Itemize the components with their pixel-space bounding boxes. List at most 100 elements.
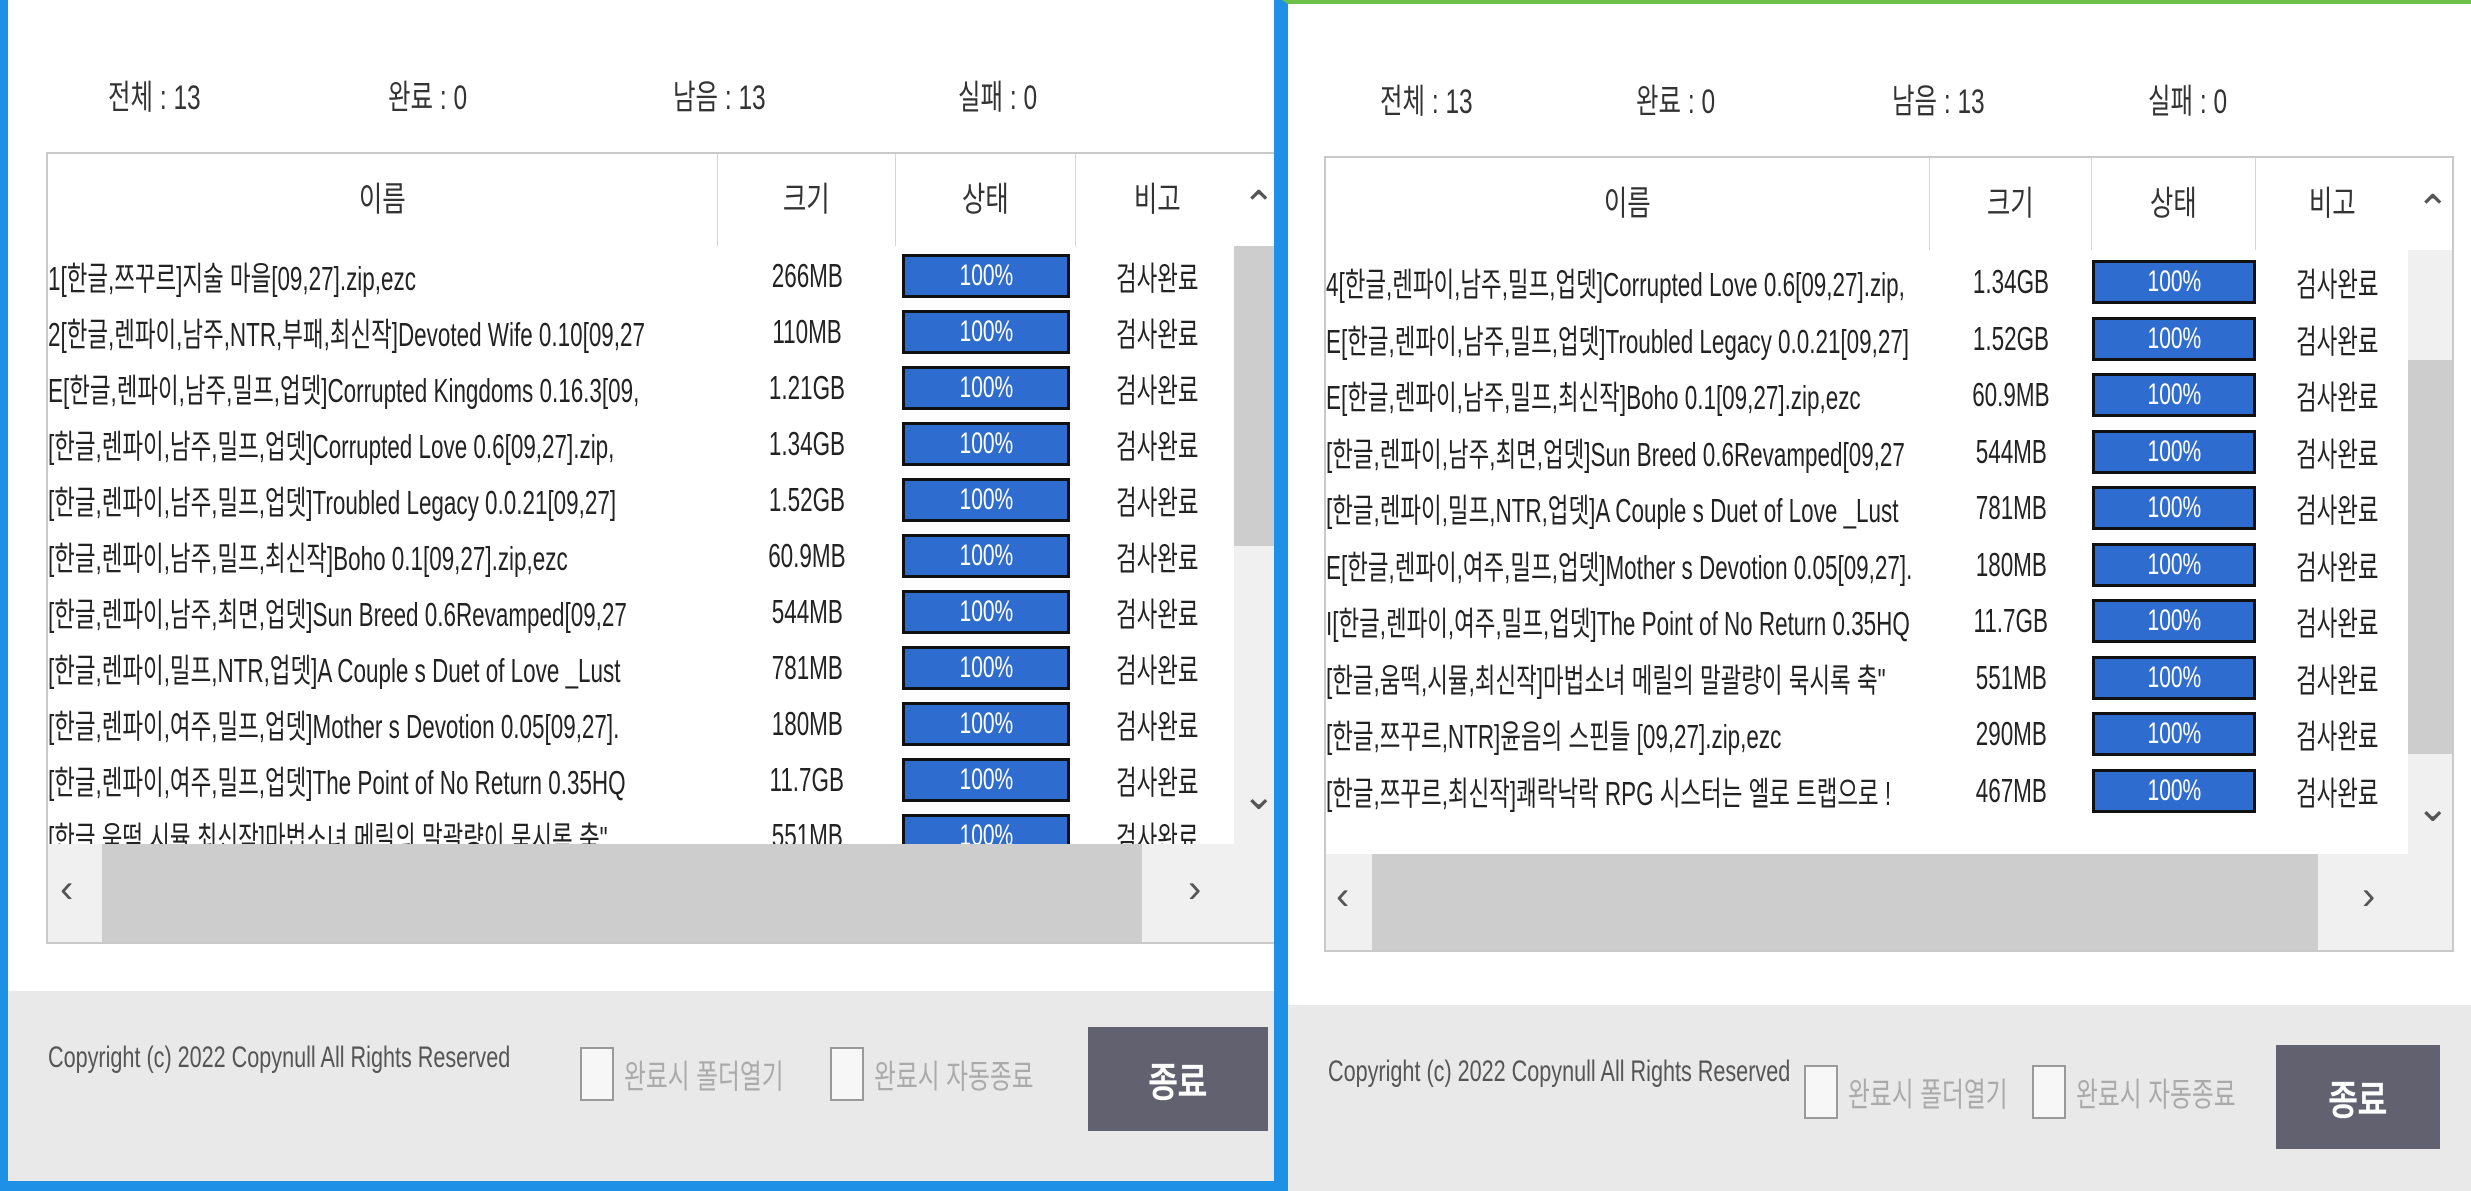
exit-button[interactable]: 종료 bbox=[2276, 1045, 2440, 1149]
scroll-left-arrow-icon[interactable]: ‹ bbox=[60, 869, 73, 909]
table-row[interactable]: I[한글,렌파이,여주,밀프,업뎃]The Point of No Return… bbox=[1326, 593, 2408, 649]
column-header-note[interactable]: 비고 bbox=[1076, 154, 1238, 246]
progress-percent: 100% bbox=[959, 483, 1013, 516]
table-row[interactable]: [한글,렌파이,남주,최면,업뎃]Sun Breed 0.6Revamped[0… bbox=[48, 584, 1238, 640]
open-folder-checkbox[interactable]: 완료시 폴더열기 bbox=[580, 1047, 846, 1101]
table-row[interactable]: [한글,렌파이,밀프,NTR,업뎃]A Couple s Duet of Lov… bbox=[48, 640, 1238, 696]
cell-file-size: 781MB bbox=[1975, 489, 2047, 526]
scroll-up-arrow-icon[interactable]: ⌃ bbox=[2416, 190, 2450, 230]
progress-bar: 100% bbox=[902, 422, 1070, 466]
cell-file-size: 544MB bbox=[1975, 432, 2047, 470]
progress-bar: 100% bbox=[2092, 768, 2256, 813]
open-folder-checkbox[interactable]: 완료시 폴더열기 bbox=[1804, 1065, 2070, 1119]
cell-note: 검사완료 bbox=[1116, 596, 1199, 633]
cell-status: 100% bbox=[896, 478, 1076, 522]
table-row[interactable]: E[한글,렌파이,여주,밀프,업뎃]Mother s Devotion 0.05… bbox=[1326, 537, 2408, 593]
auto-exit-checkbox[interactable]: 완료시 자동종료 bbox=[830, 1047, 1096, 1101]
table-row[interactable]: [한글,렌파이,남주,최면,업뎃]Sun Breed 0.6Revamped[0… bbox=[1326, 424, 2408, 480]
progress-bar: 100% bbox=[2092, 542, 2256, 587]
scroll-down-arrow-icon[interactable]: ⌄ bbox=[1242, 776, 1274, 816]
stat-failed: 실패 : 0 bbox=[958, 79, 1038, 117]
table-row[interactable]: E[한글,렌파이,남주,밀프,업뎃]Troubled Legacy 0.0.21… bbox=[1326, 311, 2408, 367]
checkbox-box[interactable] bbox=[2032, 1065, 2066, 1119]
table-row[interactable]: [한글,쯔꾸르,NTR]윤음의 스핀들 [09,27].zip,ezc 290MB… bbox=[1326, 706, 2408, 762]
table-row[interactable]: [한글,렌파이,남주,밀프,최신작]Boho 0.1[09,27].zip,ez… bbox=[48, 528, 1238, 584]
auto-exit-checkbox[interactable]: 완료시 자동종료 bbox=[2032, 1065, 2298, 1119]
cell-note: 검사완료 bbox=[2296, 718, 2379, 755]
progress-bar: 100% bbox=[2092, 260, 2256, 304]
scroll-up-arrow-icon[interactable]: ⌃ bbox=[1242, 186, 1274, 226]
vertical-scrollbar-thumb[interactable] bbox=[1234, 246, 1274, 546]
vertical-scrollbar-thumb[interactable] bbox=[2408, 360, 2452, 754]
column-header-name[interactable]: 이름 bbox=[48, 154, 718, 246]
column-header-size[interactable]: 크기 bbox=[1930, 158, 2092, 250]
horizontal-scrollbar[interactable] bbox=[48, 844, 1274, 942]
cell-file-name: I[한글,렌파이,여주,밀프,업뎃]The Point of No Return… bbox=[1326, 605, 1910, 642]
checkbox-box[interactable] bbox=[830, 1047, 864, 1101]
scroll-right-arrow-icon[interactable]: › bbox=[2362, 876, 2375, 916]
cell-status: 100% bbox=[896, 366, 1076, 410]
cell-file-name: E[한글,렌파이,여주,밀프,업뎃]Mother s Devotion 0.05… bbox=[1326, 548, 1913, 586]
cell-status: 100% bbox=[2092, 768, 2256, 813]
cell-file-size: 60.9MB bbox=[768, 537, 846, 574]
progress-percent: 100% bbox=[2147, 660, 2201, 694]
copyright-text: Copyright (c) 2022 Copynull All Rights R… bbox=[48, 1041, 511, 1074]
exit-button[interactable]: 종료 bbox=[1088, 1027, 1268, 1131]
cell-status: 100% bbox=[2092, 712, 2256, 756]
column-header-status[interactable]: 상태 bbox=[896, 154, 1076, 246]
cell-note: 검사완료 bbox=[2296, 435, 2379, 473]
auto-exit-label: 완료시 자동종료 bbox=[2076, 1076, 2236, 1113]
table-row[interactable]: [한글,움떡,시뮬,최신작]마법소녀 메릴의 말괄량이 묵시록 축" 551MB 1… bbox=[1326, 650, 2408, 706]
column-header-name[interactable]: 이름 bbox=[1326, 158, 1930, 250]
cell-file-name: E[한글,렌파이,남주,밀프,업뎃]Corrupted Kingdoms 0.1… bbox=[48, 372, 640, 409]
progress-percent: 100% bbox=[959, 539, 1013, 572]
table-row[interactable]: [한글,렌파이,여주,밀프,업뎃]Mother s Devotion 0.05[… bbox=[48, 696, 1238, 752]
table-row[interactable]: [한글,렌파이,남주,밀프,업뎃]Corrupted Love 0.6[09,2… bbox=[48, 416, 1238, 472]
open-folder-label: 완료시 폴더열기 bbox=[1848, 1076, 2008, 1113]
scroll-right-arrow-icon[interactable]: › bbox=[1188, 869, 1201, 909]
table-row[interactable]: [한글,렌파이,남주,밀프,업뎃]Troubled Legacy 0.0.21[… bbox=[48, 472, 1238, 528]
stat-total: 전체 : 13 bbox=[108, 79, 201, 117]
horizontal-scrollbar[interactable] bbox=[1326, 854, 2452, 950]
cell-file-size: 1.21GB bbox=[768, 369, 846, 406]
cell-note: 검사완료 bbox=[2296, 322, 2379, 360]
cell-file-name: 1[한글,쯔꾸르]지술 마을[09,27].zip,ezc bbox=[48, 260, 416, 297]
table-row[interactable]: E[한글,렌파이,남주,밀프,최신작]Boho 0.1[09,27].zip,e… bbox=[1326, 367, 2408, 423]
table-row[interactable]: 4[한글,렌파이,남주,밀프,업뎃]Corrupted Love 0.6[09,… bbox=[1326, 254, 2408, 310]
vertical-scrollbar[interactable] bbox=[1234, 246, 1274, 846]
footer: Copyright (c) 2022 Copynull All Rights R… bbox=[8, 991, 1274, 1181]
cell-file-size: 544MB bbox=[771, 593, 843, 630]
copyright-text: Copyright (c) 2022 Copynull All Rights R… bbox=[1328, 1055, 1791, 1088]
cell-status: 100% bbox=[896, 758, 1076, 802]
cell-file-name: E[한글,렌파이,남주,밀프,최신작]Boho 0.1[09,27].zip,e… bbox=[1326, 379, 1861, 416]
scroll-left-arrow-icon[interactable]: ‹ bbox=[1336, 876, 1349, 916]
column-header-status[interactable]: 상태 bbox=[2092, 158, 2256, 250]
progress-percent: 100% bbox=[959, 259, 1013, 292]
progress-percent: 100% bbox=[959, 707, 1013, 740]
table-row[interactable]: [한글,쯔꾸르,최신작]쾌락낙락 RPG 시스터는 엘로 트랩으로 ! 467MB… bbox=[1326, 763, 2408, 819]
checkbox-box[interactable] bbox=[580, 1047, 614, 1101]
cell-status: 100% bbox=[896, 646, 1076, 690]
progress-bar: 100% bbox=[2092, 599, 2256, 643]
table-row[interactable]: E[한글,렌파이,남주,밀프,업뎃]Corrupted Kingdoms 0.1… bbox=[48, 360, 1238, 416]
progress-bar: 100% bbox=[902, 590, 1070, 634]
cell-file-size: 290MB bbox=[1975, 715, 2047, 752]
horizontal-scrollbar-thumb[interactable] bbox=[102, 844, 1142, 942]
progress-percent: 100% bbox=[2147, 717, 2201, 750]
vertical-scrollbar[interactable] bbox=[2408, 250, 2452, 854]
file-list[interactable]: 이름 크기 상태 비고 4[한글,렌파이,남주,밀프,업뎃]Corrupted … bbox=[1324, 156, 2454, 952]
scroll-down-arrow-icon[interactable]: ⌄ bbox=[2416, 788, 2450, 828]
progress-bar: 100% bbox=[902, 758, 1070, 802]
table-row[interactable]: 1[한글,쯔꾸르]지술 마을[09,27].zip,ezc 266MB 100% 검사… bbox=[48, 248, 1238, 304]
column-header-size[interactable]: 크기 bbox=[718, 154, 896, 246]
file-list[interactable]: 이름 크기 상태 비고 1[한글,쯔꾸르]지술 마을[09,27].zip,ez… bbox=[46, 152, 1274, 944]
column-header-note[interactable]: 비고 bbox=[2256, 158, 2408, 250]
table-row[interactable]: [한글,렌파이,여주,밀프,업뎃]The Point of No Return … bbox=[48, 752, 1238, 808]
cell-status: 100% bbox=[896, 702, 1076, 746]
checkbox-box[interactable] bbox=[1804, 1065, 1838, 1119]
stats-bar: 전체 : 13 완료 : 0 남음 : 13 실패 : 0 bbox=[1288, 74, 2471, 124]
horizontal-scrollbar-thumb[interactable] bbox=[1372, 854, 2318, 950]
table-row[interactable]: [한글,렌파이,밀프,NTR,업뎃]A Couple s Duet of Lov… bbox=[1326, 480, 2408, 536]
cell-file-name: [한글,렌파이,남주,최면,업뎃]Sun Breed 0.6Revamped[0… bbox=[48, 596, 627, 633]
table-row[interactable]: 2[한글,렌파이,남주,NTR,부패,최신작]Devoted Wife 0.10… bbox=[48, 304, 1238, 360]
